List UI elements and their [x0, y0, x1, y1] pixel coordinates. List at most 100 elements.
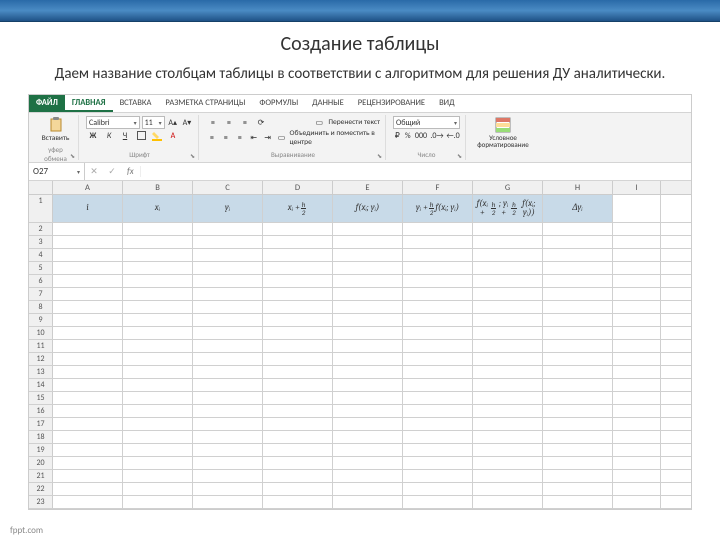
- enter-icon[interactable]: ✓: [103, 166, 121, 177]
- cell[interactable]: [123, 301, 193, 313]
- select-all-corner[interactable]: [29, 181, 53, 194]
- cell[interactable]: [543, 262, 613, 274]
- number-format-select[interactable]: Общий▾: [393, 116, 460, 129]
- dec-decimal-button[interactable]: ←.0: [446, 129, 460, 142]
- row-number[interactable]: 11: [29, 340, 53, 352]
- cell[interactable]: [333, 301, 403, 313]
- row-number[interactable]: 5: [29, 262, 53, 274]
- cell[interactable]: [543, 392, 613, 404]
- cell[interactable]: [53, 496, 123, 508]
- cell[interactable]: [543, 340, 613, 352]
- col-header[interactable]: G: [473, 181, 543, 194]
- cell[interactable]: [543, 301, 613, 313]
- cell[interactable]: [193, 392, 263, 404]
- cell[interactable]: [333, 418, 403, 430]
- row-number[interactable]: 3: [29, 236, 53, 248]
- cell[interactable]: [403, 405, 473, 417]
- cell[interactable]: [473, 418, 543, 430]
- cell[interactable]: [333, 392, 403, 404]
- cell[interactable]: [193, 405, 263, 417]
- cell[interactable]: [613, 340, 661, 352]
- font-launcher-icon[interactable]: ⬊: [190, 152, 197, 159]
- cell[interactable]: [263, 275, 333, 287]
- cell[interactable]: [53, 379, 123, 391]
- cell[interactable]: [123, 262, 193, 274]
- cell[interactable]: [613, 249, 661, 261]
- cell[interactable]: [333, 249, 403, 261]
- cell[interactable]: [123, 366, 193, 378]
- cell[interactable]: [53, 288, 123, 300]
- orientation-button[interactable]: ⟳: [254, 116, 268, 129]
- align-launcher-icon[interactable]: ⬊: [377, 152, 384, 159]
- cell[interactable]: [193, 301, 263, 313]
- fx-icon[interactable]: fx: [121, 166, 141, 177]
- cell[interactable]: [263, 223, 333, 235]
- cell[interactable]: [193, 327, 263, 339]
- cell[interactable]: [543, 405, 613, 417]
- cell[interactable]: [53, 314, 123, 326]
- cell[interactable]: [263, 470, 333, 482]
- cell[interactable]: [263, 262, 333, 274]
- cell[interactable]: [123, 314, 193, 326]
- cell[interactable]: [543, 275, 613, 287]
- inc-decimal-button[interactable]: .0→: [430, 129, 444, 142]
- name-box[interactable]: O27▾: [29, 163, 85, 180]
- cell[interactable]: [403, 262, 473, 274]
- cell[interactable]: [403, 418, 473, 430]
- tab-insert[interactable]: ВСТАВКА: [113, 95, 159, 112]
- row-number[interactable]: 12: [29, 353, 53, 365]
- italic-button[interactable]: К: [102, 129, 116, 142]
- currency-button[interactable]: ₽: [393, 129, 402, 142]
- cell[interactable]: [53, 457, 123, 469]
- cell[interactable]: [193, 314, 263, 326]
- align-right-button[interactable]: ≡: [234, 132, 246, 145]
- cell[interactable]: [543, 418, 613, 430]
- cell[interactable]: [193, 249, 263, 261]
- cell[interactable]: [403, 353, 473, 365]
- col-header[interactable]: A: [53, 181, 123, 194]
- cell[interactable]: [333, 366, 403, 378]
- cell[interactable]: [53, 301, 123, 313]
- cell[interactable]: [473, 392, 543, 404]
- cell[interactable]: [263, 379, 333, 391]
- cell[interactable]: [123, 275, 193, 287]
- cell[interactable]: [473, 301, 543, 313]
- cell[interactable]: [613, 262, 661, 274]
- cell[interactable]: [123, 444, 193, 456]
- indent-inc-button[interactable]: ⇥: [262, 132, 274, 145]
- cell[interactable]: [193, 470, 263, 482]
- row-number[interactable]: 13: [29, 366, 53, 378]
- cell[interactable]: [53, 392, 123, 404]
- cell[interactable]: [473, 340, 543, 352]
- cell[interactable]: [333, 223, 403, 235]
- cell[interactable]: [263, 314, 333, 326]
- tab-file[interactable]: ФАЙЛ: [29, 95, 65, 112]
- cell[interactable]: [543, 288, 613, 300]
- cell[interactable]: [613, 314, 661, 326]
- cell[interactable]: [53, 418, 123, 430]
- cell[interactable]: [473, 379, 543, 391]
- cell[interactable]: [333, 353, 403, 365]
- cell[interactable]: [473, 223, 543, 235]
- cell[interactable]: [403, 470, 473, 482]
- tab-view[interactable]: ВИД: [432, 95, 462, 112]
- cell[interactable]: [613, 431, 661, 443]
- cell[interactable]: [473, 431, 543, 443]
- cell[interactable]: [403, 301, 473, 313]
- cell[interactable]: [123, 392, 193, 404]
- cell[interactable]: [53, 366, 123, 378]
- cell[interactable]: [473, 353, 543, 365]
- cell[interactable]: [193, 288, 263, 300]
- cell[interactable]: [333, 327, 403, 339]
- cell[interactable]: [53, 249, 123, 261]
- cell[interactable]: [473, 457, 543, 469]
- cell[interactable]: [53, 405, 123, 417]
- header-cell-G[interactable]: f(xᵢ + h2; yᵢ + h2 f(xᵢ; yᵢ)): [473, 195, 543, 222]
- row-number[interactable]: 9: [29, 314, 53, 326]
- cell[interactable]: [333, 483, 403, 495]
- cell[interactable]: [403, 327, 473, 339]
- cell[interactable]: [263, 340, 333, 352]
- cell[interactable]: [613, 418, 661, 430]
- cell[interactable]: [473, 327, 543, 339]
- increase-font-button[interactable]: A▴: [167, 116, 179, 129]
